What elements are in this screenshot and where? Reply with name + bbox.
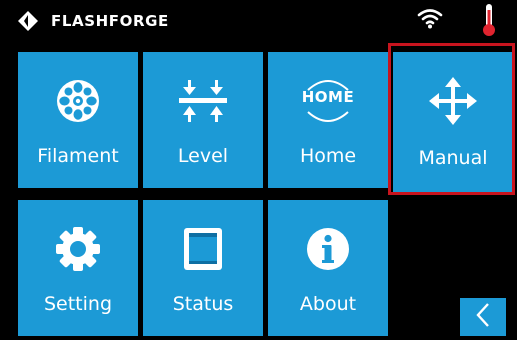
filament-spool-icon xyxy=(18,78,138,124)
about-tile[interactable]: About xyxy=(268,200,388,336)
thermometer-icon xyxy=(482,3,496,41)
flashforge-logo-icon xyxy=(17,10,39,32)
printer-status-icon xyxy=(143,226,263,272)
setting-label: Setting xyxy=(43,293,113,315)
chevron-left-icon xyxy=(474,302,492,332)
filament-label: Filament xyxy=(37,145,119,167)
back-button[interactable] xyxy=(460,298,506,336)
move-arrows-icon xyxy=(393,77,513,125)
home-tile[interactable]: HOME Home xyxy=(268,52,388,188)
status-label: Status xyxy=(172,293,234,315)
level-label: Level xyxy=(177,145,229,167)
home-label: Home xyxy=(299,145,357,167)
printer-screen: FLASHFORGE Filament Level HOME Home Manu… xyxy=(0,0,517,340)
level-arrows-icon xyxy=(143,78,263,124)
brand: FLASHFORGE xyxy=(17,10,169,32)
setting-tile[interactable]: Setting xyxy=(18,200,138,336)
home-badge-text: HOME xyxy=(301,88,355,106)
brand-name: FLASHFORGE xyxy=(51,12,169,30)
status-tile[interactable]: Status xyxy=(143,200,263,336)
wifi-icon xyxy=(417,7,443,33)
about-label: About xyxy=(299,293,357,315)
filament-tile[interactable]: Filament xyxy=(18,52,138,188)
manual-label: Manual xyxy=(418,147,488,169)
manual-tile[interactable]: Manual xyxy=(393,52,513,193)
info-icon xyxy=(268,226,388,272)
gear-icon xyxy=(18,226,138,272)
level-tile[interactable]: Level xyxy=(143,52,263,188)
status-bar: FLASHFORGE xyxy=(0,0,517,42)
